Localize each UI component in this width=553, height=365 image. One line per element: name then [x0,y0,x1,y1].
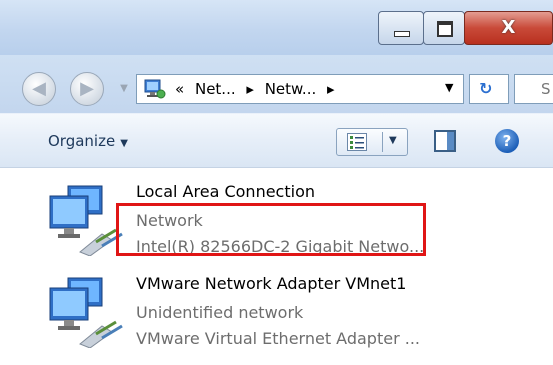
adapter-status: Unidentified network [136,303,304,322]
breadcrumb-item-network-connections[interactable]: Netw... [265,80,317,98]
network-folder-icon [144,79,166,99]
network-adapter-icon [49,185,123,256]
chevron-down-icon: ▼ [120,138,128,149]
refresh-button[interactable]: ↻ [469,74,509,104]
search-input[interactable]: S [514,74,553,104]
adapter-name: Local Area Connection [136,182,315,201]
view-options-icon [347,133,367,151]
back-arrow-icon: ◀ [32,78,46,99]
address-dropdown-button[interactable]: ▼ [445,81,453,94]
maximize-button[interactable] [423,11,465,45]
close-icon: X [501,17,516,38]
organize-button[interactable]: Organize ▼ [48,132,128,150]
organize-label: Organize [48,132,116,150]
button-divider [382,132,383,152]
chevron-down-icon[interactable]: ▼ [389,135,397,146]
view-options-button[interactable]: ▼ [336,128,408,156]
adapter-device: VMware Virtual Ethernet Adapter ... [136,329,420,348]
recent-pages-dropdown[interactable]: ▼ [118,83,130,97]
breadcrumb-separator[interactable]: ▸ [327,80,335,98]
command-bar: Organize ▼ ▼ ? [0,113,553,168]
breadcrumb: « Net... ▸ Netw... ▸ [175,80,341,98]
minimize-icon [394,31,410,37]
address-bar[interactable]: « Net... ▸ Netw... ▸ ▼ [136,74,464,104]
title-bar: X [0,0,553,55]
maximize-icon [437,21,453,37]
forward-arrow-icon: ▶ [80,78,94,99]
refresh-icon: ↻ [479,79,493,98]
list-item[interactable]: VMware Network Adapter VMnet1 Unidentifi… [0,268,553,350]
back-button[interactable]: ◀ [22,72,56,106]
search-placeholder: S [541,80,551,98]
adapter-name: VMware Network Adapter VMnet1 [136,274,407,293]
breadcrumb-item-network[interactable]: Net... [195,80,236,98]
minimize-button[interactable] [378,11,424,45]
preview-pane-icon[interactable] [434,130,456,152]
breadcrumb-separator[interactable]: ▸ [246,80,254,98]
close-button[interactable]: X [464,11,553,45]
navigation-bar: ◀ ▶ ▼ « Net... ▸ Netw... ▸ ▼ ↻ S [0,55,553,113]
network-adapter-icon [49,277,123,348]
highlight-box [116,203,426,256]
forward-button[interactable]: ▶ [70,72,104,106]
breadcrumb-overflow[interactable]: « [175,80,184,98]
help-icon[interactable]: ? [495,129,519,153]
